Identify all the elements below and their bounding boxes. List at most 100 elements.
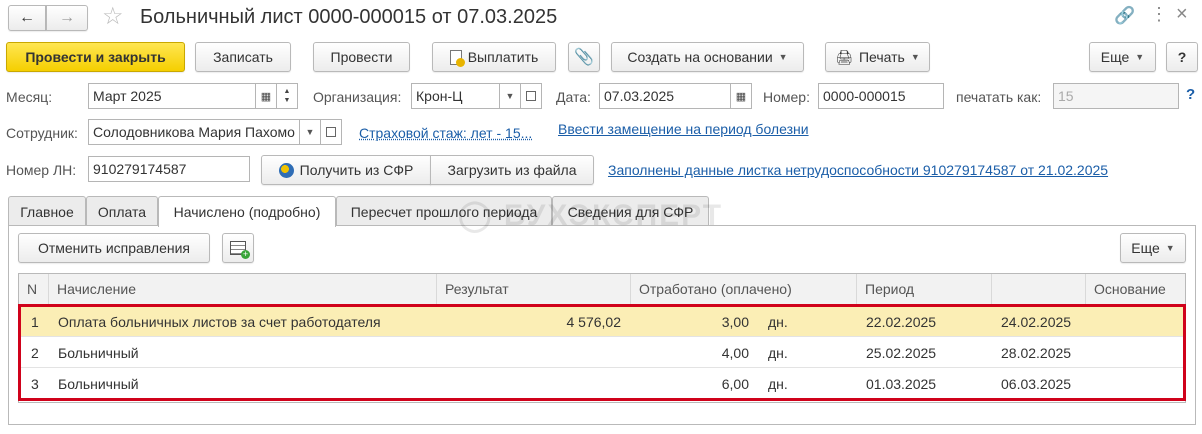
month-calendar-button[interactable]: ▦ xyxy=(255,83,277,109)
cell-accrual: Больничный xyxy=(58,375,139,392)
help-button[interactable]: ? xyxy=(1166,42,1198,72)
sick-number-label: Номер ЛН: xyxy=(6,162,77,178)
paperclip-icon: 📎 xyxy=(574,49,594,66)
calendar-icon: ▦ xyxy=(260,90,272,103)
cell-unit: дн. xyxy=(768,375,788,392)
more-button[interactable]: Еще ▼ xyxy=(1089,42,1156,72)
sick-number-field[interactable]: 910279174587 xyxy=(88,156,250,182)
employee-label: Сотрудник: xyxy=(6,125,78,141)
cell-result xyxy=(437,368,621,399)
open-window-icon xyxy=(326,127,336,137)
document-icon xyxy=(449,49,465,67)
print-as-label: печатать как: xyxy=(956,89,1042,105)
cell-n: 3 xyxy=(31,375,39,392)
organization-open-button[interactable] xyxy=(520,83,542,109)
date-calendar-button[interactable]: ▦ xyxy=(730,83,752,109)
date-label: Дата: xyxy=(556,89,591,105)
load-from-file-button[interactable]: Загрузить из файла xyxy=(430,155,594,185)
column-header-worked[interactable]: Отработано (оплачено) xyxy=(631,274,857,305)
insurance-experience-link[interactable]: Страховой стаж: лет - 15... xyxy=(359,125,532,141)
cell-accrual: Больничный xyxy=(58,344,139,361)
cell-worked: 3,00 xyxy=(721,313,749,330)
organization-label: Организация: xyxy=(313,89,402,105)
chevron-down-icon: ▼ xyxy=(910,52,920,62)
forward-button[interactable]: → xyxy=(46,5,88,31)
tab-payment[interactable]: Оплата xyxy=(86,196,158,226)
employee-dropdown-button[interactable]: ▼ xyxy=(299,119,321,145)
cell-period-from: 01.03.2025 xyxy=(866,375,937,392)
cell-result xyxy=(437,337,621,368)
pay-button[interactable]: Выплатить xyxy=(432,42,556,72)
save-button[interactable]: Записать xyxy=(195,42,291,72)
watermark: ◯ БУХЭКСПЕРТ xyxy=(458,199,724,232)
column-header-period-end[interactable] xyxy=(992,274,1086,305)
panel-more-button[interactable]: Еще ▼ xyxy=(1120,233,1186,263)
print-button[interactable]: 🖨 Печать ▼ xyxy=(825,42,930,72)
month-stepper[interactable]: ▲ ▼ xyxy=(276,83,298,109)
post-button[interactable]: Провести xyxy=(313,42,410,72)
post-and-close-button[interactable]: Провести и закрыть xyxy=(6,42,185,72)
number-field[interactable]: 0000-000015 xyxy=(818,83,944,109)
cell-period-to: 28.02.2025 xyxy=(1001,344,1072,361)
date-field[interactable]: 07.03.2025 xyxy=(599,83,731,109)
chevron-up-icon: ▲ xyxy=(283,88,291,95)
cell-period-from: 22.02.2025 xyxy=(866,313,937,330)
table-row[interactable]: 3 Больничный 6,00 дн. 01.03.2025 06.03.2… xyxy=(19,368,1185,399)
arrow-right-icon: → xyxy=(59,9,75,26)
cell-period-to: 06.03.2025 xyxy=(1001,375,1072,392)
more-vert-icon[interactable]: ⋮ xyxy=(1150,4,1168,25)
open-window-icon xyxy=(526,91,536,101)
filled-data-link[interactable]: Заполнены данные листка нетрудоспособнос… xyxy=(608,162,1108,178)
cancel-corrections-button[interactable]: Отменить исправления xyxy=(18,233,210,263)
enter-replacement-link[interactable]: Ввести замещение на период болезни xyxy=(558,121,809,137)
column-header-n[interactable]: N xyxy=(19,274,49,305)
sfr-logo-icon xyxy=(278,162,294,178)
cell-n: 1 xyxy=(31,313,39,330)
print-as-field[interactable]: 15 xyxy=(1053,83,1179,109)
create-based-on-button[interactable]: Создать на основании ▼ xyxy=(611,42,804,72)
cell-period-to: 24.02.2025 xyxy=(1001,313,1072,330)
chevron-down-icon: ▼ xyxy=(283,97,291,104)
calendar-icon: ▦ xyxy=(735,90,747,103)
employee-field[interactable]: Солодовникова Мария Пахомо xyxy=(88,119,300,145)
tab-main[interactable]: Главное xyxy=(8,196,86,226)
cell-worked: 4,00 xyxy=(721,344,749,361)
attach-button[interactable]: 📎 xyxy=(568,42,600,72)
cell-period-from: 25.02.2025 xyxy=(866,344,937,361)
column-header-accrual[interactable]: Начисление xyxy=(49,274,437,305)
cell-basis xyxy=(1095,368,1185,399)
month-label: Месяц: xyxy=(6,89,53,105)
organization-field[interactable]: Крон-Ц xyxy=(411,83,500,109)
table-add-icon: + xyxy=(230,241,250,259)
column-header-period[interactable]: Период xyxy=(857,274,992,305)
month-field[interactable]: Март 2025 xyxy=(88,83,256,109)
table-row[interactable]: 2 Больничный 4,00 дн. 25.02.2025 28.02.2… xyxy=(19,337,1185,368)
chevron-down-icon: ▼ xyxy=(1135,52,1145,62)
chevron-down-icon: ▼ xyxy=(505,91,515,101)
table-settings-button[interactable]: + xyxy=(222,233,254,263)
back-button[interactable]: ← xyxy=(8,5,46,31)
column-header-result[interactable]: Результат xyxy=(437,274,631,305)
chevron-down-icon: ▼ xyxy=(1165,243,1175,253)
tab-accrued-detailed[interactable]: Начислено (подробно) xyxy=(158,196,336,227)
cell-basis xyxy=(1095,337,1185,368)
column-header-basis[interactable]: Основание xyxy=(1086,274,1185,305)
cell-unit: дн. xyxy=(768,313,788,330)
cell-n: 2 xyxy=(31,344,39,361)
get-from-sfr-button[interactable]: Получить из СФР xyxy=(261,155,431,185)
cell-worked: 6,00 xyxy=(721,375,749,392)
page-title: Больничный лист 0000-000015 от 07.03.202… xyxy=(140,6,558,28)
printer-icon: 🖨 xyxy=(835,48,853,65)
help-icon[interactable]: ? xyxy=(1186,86,1195,103)
table-row[interactable]: 1 Оплата больничных листов за счет работ… xyxy=(19,306,1185,337)
organization-dropdown-button[interactable]: ▼ xyxy=(499,83,521,109)
number-label: Номер: xyxy=(763,89,810,105)
close-icon[interactable]: × xyxy=(1176,3,1188,26)
arrow-left-icon: ← xyxy=(19,9,35,26)
accruals-table: N Начисление Результат Отработано (оплач… xyxy=(18,273,1186,403)
watermark-logo-icon: ◯ xyxy=(458,199,494,232)
favorite-star-icon[interactable]: ☆ xyxy=(102,2,124,31)
link-icon[interactable]: 🔗 xyxy=(1114,6,1135,26)
cell-result: 4 576,02 xyxy=(566,313,622,330)
employee-open-button[interactable] xyxy=(320,119,342,145)
